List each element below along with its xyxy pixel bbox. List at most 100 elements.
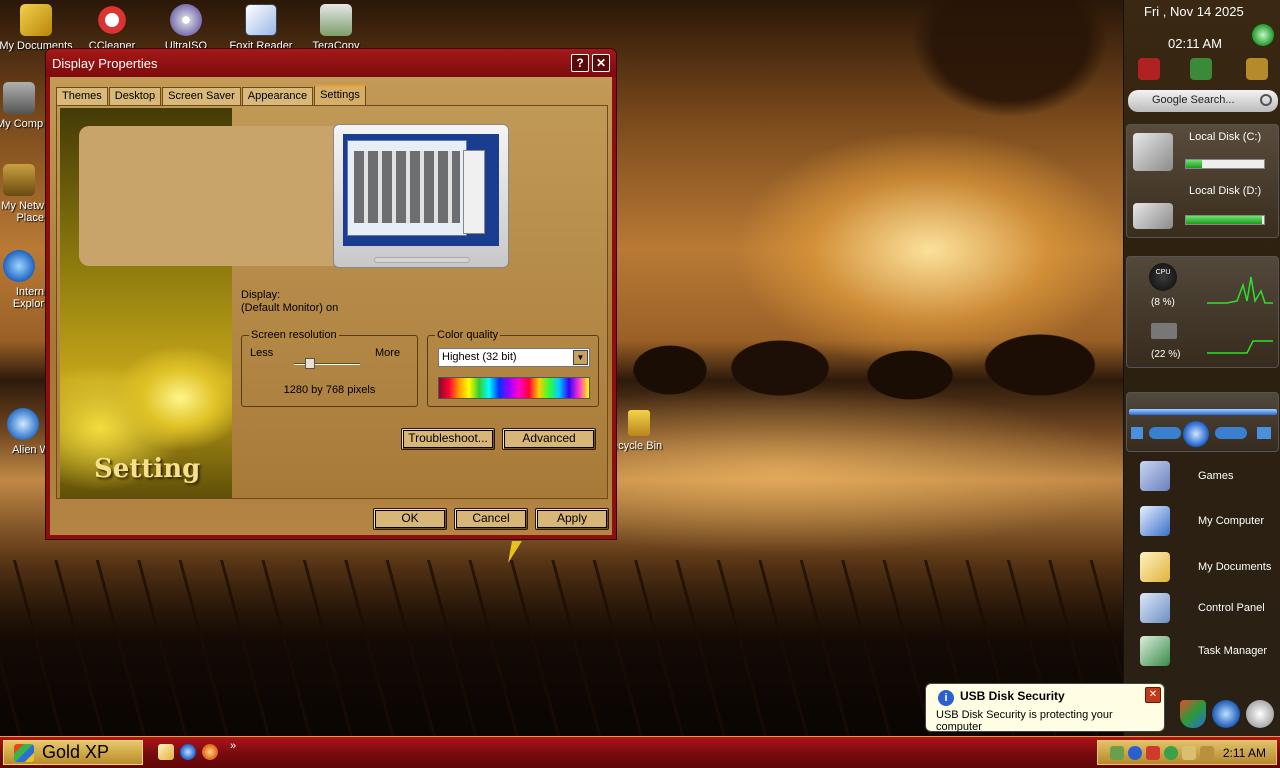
clock-time: 02:11 AM xyxy=(1168,36,1222,51)
troubleshoot-button[interactable]: Troubleshoot... xyxy=(401,428,495,450)
tab-themes[interactable]: Themes xyxy=(56,87,108,105)
tray-network-icon[interactable] xyxy=(1110,746,1124,760)
search-placeholder: Google Search... xyxy=(1152,94,1235,106)
cancel-button[interactable]: Cancel xyxy=(454,508,528,530)
display-info: Display: (Default Monitor) on xyxy=(241,289,338,315)
firefox-icon[interactable] xyxy=(202,744,218,760)
internet-explorer-icon xyxy=(3,250,35,282)
desktop-icon-ultraiso[interactable]: UltraISO xyxy=(148,4,224,52)
disk-c-usage-bar xyxy=(1185,159,1265,169)
desktop-icon-alien[interactable]: Alien W xyxy=(0,408,50,456)
tray-usb-security-icon[interactable] xyxy=(1146,746,1160,760)
playlist-icon[interactable] xyxy=(1257,427,1271,439)
close-button[interactable]: ✕ xyxy=(592,54,610,72)
show-desktop-icon[interactable] xyxy=(158,744,174,760)
resolution-value: 1280 by 768 pixels xyxy=(283,384,376,396)
quick-link-control-panel[interactable]: Control Panel xyxy=(1128,588,1278,628)
power-icon[interactable] xyxy=(1138,58,1160,80)
google-search-input[interactable]: Google Search... xyxy=(1128,90,1278,112)
clock-gadget: Fri , Nov 14 2025 02:11 AM xyxy=(1126,0,1279,84)
taskbar: Gold XP » 2:11 AM xyxy=(0,736,1280,768)
chevron-down-icon[interactable]: ▼ xyxy=(573,350,588,365)
desktop-icon-my-documents[interactable]: My Documents xyxy=(0,4,74,52)
desktop-icon-foxit-reader[interactable]: Foxit Reader xyxy=(223,4,299,52)
memory-chip-icon xyxy=(1151,323,1177,339)
play-icon[interactable] xyxy=(1183,421,1209,447)
document-pen-icon xyxy=(245,4,277,36)
help-button[interactable]: ? xyxy=(571,54,589,72)
display-value: (Default Monitor) on xyxy=(241,302,339,314)
desktop-icon-ccleaner[interactable]: CCleaner xyxy=(74,4,150,52)
search-icon[interactable] xyxy=(1260,94,1272,106)
tray-app-icon[interactable] xyxy=(1182,746,1196,760)
memory-graph xyxy=(1207,340,1273,354)
arrow-right-icon[interactable] xyxy=(1252,24,1274,46)
quick-link-games[interactable]: Games xyxy=(1128,456,1278,496)
preview-side-window xyxy=(463,150,485,234)
info-icon: i xyxy=(938,690,954,706)
fast-forward-icon[interactable] xyxy=(1215,427,1247,439)
tab-desktop[interactable]: Desktop xyxy=(108,87,162,105)
control-panel-icon xyxy=(1140,593,1170,623)
balloon-close-button[interactable]: ✕ xyxy=(1145,687,1161,703)
tab-screen-saver[interactable]: Screen Saver xyxy=(162,87,241,105)
desktop-icon-teracopy[interactable]: TeraCopy xyxy=(298,4,374,52)
monitor-stand xyxy=(374,257,470,263)
desktop-icon-my-network-places[interactable]: My Netw Place xyxy=(0,164,46,224)
network-globe-icon[interactable] xyxy=(1212,700,1240,728)
lock-icon[interactable] xyxy=(1246,58,1268,80)
tab-settings[interactable]: Settings xyxy=(314,85,366,105)
quick-link-label: My Computer xyxy=(1198,515,1265,527)
shield-icon[interactable] xyxy=(1180,700,1206,728)
ok-button[interactable]: OK xyxy=(373,508,447,530)
tab-appearance[interactable]: Appearance xyxy=(241,87,314,105)
speaker-icon[interactable] xyxy=(1246,700,1274,728)
advanced-button[interactable]: Advanced xyxy=(502,428,596,450)
usb-disk-security-balloon[interactable]: i USB Disk Security USB Disk Security is… xyxy=(925,683,1165,733)
stop-icon[interactable] xyxy=(1131,427,1143,439)
window-titlebar[interactable]: Display Properties ? ✕ xyxy=(46,49,616,77)
window-client-area: Themes Desktop Screen Saver Appearance S… xyxy=(50,77,612,535)
folder-icon xyxy=(20,4,52,36)
wallpaper-treeline xyxy=(610,320,1130,410)
quick-link-label: Games xyxy=(1198,470,1234,482)
cpu-graph xyxy=(1207,276,1273,304)
screen-resolution-legend: Screen resolution xyxy=(249,329,339,341)
balloon-message: USB Disk Security is protecting your com… xyxy=(936,709,1113,733)
monitor-preview xyxy=(333,124,509,268)
quick-link-my-computer[interactable]: My Computer xyxy=(1128,501,1278,541)
quick-launch-more[interactable]: » xyxy=(230,740,236,752)
logoff-icon[interactable] xyxy=(1190,58,1212,80)
apply-button[interactable]: Apply xyxy=(535,508,609,530)
disk-d-usage-bar xyxy=(1185,215,1265,225)
taskbar-clock[interactable]: 2:11 AM xyxy=(1223,746,1266,760)
tray-update-icon[interactable] xyxy=(1164,746,1178,760)
tray-tool-icon[interactable] xyxy=(1200,746,1214,760)
tray-info-icon[interactable] xyxy=(1128,746,1142,760)
color-quality-select[interactable]: Highest (32 bit) ▼ xyxy=(438,348,590,367)
desktop-icon-my-computer[interactable]: My Comp xyxy=(0,82,46,130)
system-tray: 2:11 AM xyxy=(1097,740,1277,765)
media-progress-bar[interactable] xyxy=(1129,409,1277,415)
games-icon xyxy=(1140,461,1170,491)
quick-link-label: My Documents xyxy=(1198,561,1272,573)
copy-drive-icon xyxy=(320,4,352,36)
internet-explorer-icon[interactable] xyxy=(180,744,196,760)
start-button[interactable]: Gold XP xyxy=(3,740,143,765)
quick-link-task-manager[interactable]: Task Manager xyxy=(1128,631,1278,671)
desktop-icon-internet-explorer[interactable]: Intern Explor xyxy=(0,250,46,310)
resolution-slider-track[interactable] xyxy=(294,363,360,365)
disk-c-label: Local Disk (C:) xyxy=(1189,131,1262,143)
quick-link-my-documents[interactable]: My Documents xyxy=(1128,547,1278,587)
side-banner-text: Setting xyxy=(94,454,201,484)
quick-link-label: Control Panel xyxy=(1198,602,1265,614)
color-quality-legend: Color quality xyxy=(435,329,501,341)
disk-d-usage-fill xyxy=(1186,216,1263,224)
resolution-slider-thumb[interactable] xyxy=(305,358,315,369)
screen-resolution-group: Screen resolution Less More 1280 by 768 … xyxy=(241,329,418,407)
start-label: Gold XP xyxy=(42,742,110,762)
rewind-icon[interactable] xyxy=(1149,427,1181,439)
folder-icon xyxy=(1140,552,1170,582)
color-quality-group: Color quality Highest (32 bit) ▼ xyxy=(427,329,599,407)
quick-link-label: Task Manager xyxy=(1198,645,1268,657)
